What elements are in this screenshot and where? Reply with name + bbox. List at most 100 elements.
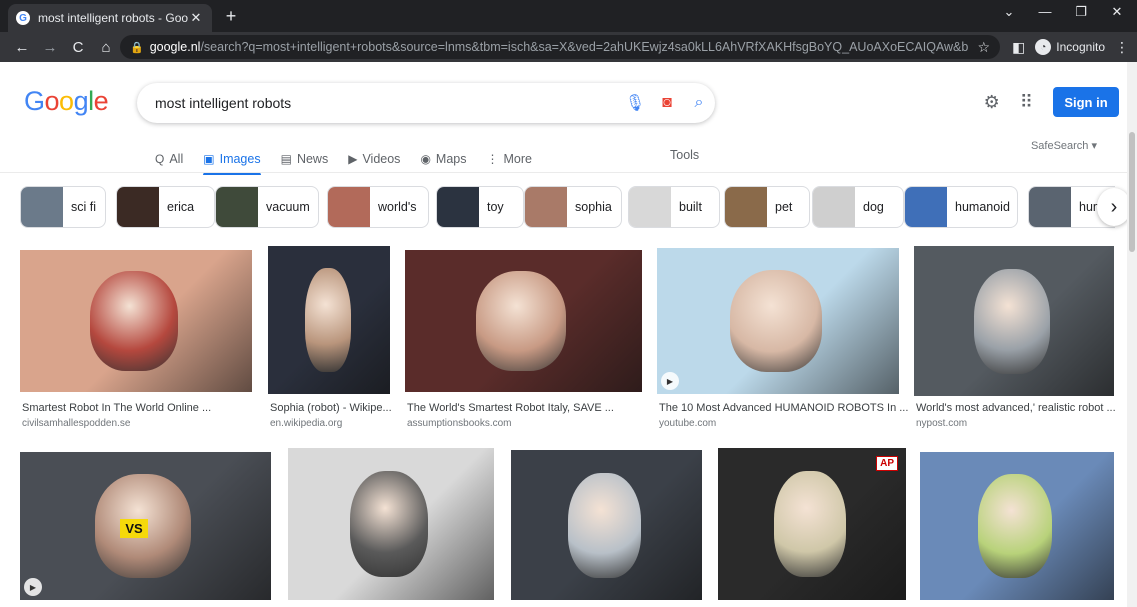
minimize-icon[interactable]: —	[1030, 4, 1060, 19]
result-caption[interactable]: Sophia (robot) - Wikipe...	[270, 402, 392, 414]
tab-label: More	[503, 152, 532, 166]
settings-gear-icon[interactable]: ⚙	[984, 92, 1000, 113]
chip-label: sophia	[575, 200, 612, 214]
related-chip[interactable]: world's	[327, 186, 429, 228]
incognito-label: Incognito	[1056, 40, 1105, 54]
chip-label: sci fi	[71, 200, 96, 214]
bookmark-star-icon[interactable]: ☆	[977, 39, 990, 56]
robot-figure	[304, 268, 351, 372]
lock-icon: 🔒	[130, 41, 144, 54]
tab-news[interactable]: ▤ News	[281, 145, 329, 173]
home-icon[interactable]: ⌂	[92, 39, 120, 56]
related-chip[interactable]: humanoid	[904, 186, 1018, 228]
result-thumbnail[interactable]: ▶	[657, 248, 899, 394]
browser-tab[interactable]: G most intelligent robots - Google ✕	[8, 4, 212, 32]
chip-label: world's	[378, 200, 417, 214]
ap-logo-badge: AP	[876, 456, 898, 471]
vs-badge: VS	[120, 518, 148, 538]
result-caption[interactable]: Smartest Robot In The World Online ...	[22, 402, 211, 414]
result-thumbnail[interactable]	[920, 452, 1114, 600]
restore-icon[interactable]: ❐	[1066, 4, 1096, 20]
chip-label: pet	[775, 200, 793, 214]
chip-thumbnail	[905, 187, 947, 227]
chip-thumbnail	[21, 187, 63, 227]
chip-thumbnail	[1029, 187, 1071, 227]
search-input[interactable]	[155, 95, 619, 111]
back-arrow-icon[interactable]: ←	[8, 39, 36, 56]
camera-lens-icon[interactable]: ◙	[651, 94, 683, 112]
scrollbar-thumb[interactable]	[1129, 132, 1135, 252]
logo-letter: g	[73, 86, 89, 116]
tab-images[interactable]: ▣ Images	[203, 145, 261, 175]
new-tab-button[interactable]: +	[220, 6, 242, 27]
related-chip[interactable]: pet	[724, 186, 810, 228]
forward-arrow-icon[interactable]: →	[36, 39, 64, 56]
address-bar[interactable]: 🔒 google.nl /search?q=most+intelligent+r…	[120, 35, 1000, 59]
robot-figure	[774, 470, 846, 578]
chip-thumbnail	[813, 187, 855, 227]
chip-label: dog	[863, 200, 884, 214]
video-play-icon: ▶	[661, 372, 679, 390]
tab-search-chevron-icon[interactable]: ⌄	[994, 4, 1024, 20]
video-icon: ▶	[348, 152, 358, 166]
reload-icon[interactable]: C	[64, 39, 92, 56]
tab-all[interactable]: Q All	[155, 145, 183, 173]
search-box: 🎙 ◙ ⌕	[137, 83, 715, 123]
tab-videos[interactable]: ▶ Videos	[348, 145, 400, 173]
url-host: google.nl	[149, 40, 201, 54]
result-thumbnail[interactable]: AP	[718, 448, 906, 600]
related-chip[interactable]: sci fi	[20, 186, 106, 228]
image-icon: ▣	[203, 152, 215, 166]
tab-label: Images	[219, 152, 261, 166]
related-chip[interactable]: dog	[812, 186, 904, 228]
related-chip[interactable]: erica	[116, 186, 215, 228]
tab-more[interactable]: ⋮ More	[487, 145, 532, 173]
tab-label: News	[296, 152, 329, 166]
microphone-icon[interactable]: 🎙	[619, 93, 651, 113]
search-type-tabs: Q All ▣ Images ▤ News ▶ Videos ◉ Maps ⋮ More	[155, 145, 532, 175]
sign-in-button[interactable]: Sign in	[1053, 87, 1119, 117]
result-caption[interactable]: The World's Smartest Robot Italy, SAVE .…	[407, 402, 614, 414]
safesearch-menu[interactable]: SafeSearch ▾	[1031, 139, 1097, 152]
robot-figure	[729, 269, 822, 373]
robot-figure	[978, 474, 1052, 578]
tab-label: All	[169, 152, 184, 166]
result-caption[interactable]: World's most advanced,' realistic robot …	[916, 402, 1116, 414]
browser-menu-icon[interactable]: ⋮	[1115, 39, 1129, 56]
related-chip[interactable]: toy	[436, 186, 524, 228]
robot-figure	[974, 268, 1050, 374]
tab-close-icon[interactable]: ✕	[188, 10, 204, 26]
search-icon[interactable]: ⌕	[683, 94, 715, 112]
apps-grid-icon[interactable]: ⠿	[1020, 92, 1033, 113]
chip-thumbnail	[725, 187, 767, 227]
related-chip[interactable]: sophia	[524, 186, 622, 228]
close-window-icon[interactable]: ✕	[1102, 4, 1132, 20]
result-thumbnail[interactable]	[405, 250, 642, 392]
chip-thumbnail	[117, 187, 159, 227]
tools-button[interactable]: Tools	[670, 148, 699, 162]
tab-label: Maps	[435, 152, 467, 166]
tab-maps[interactable]: ◉ Maps	[420, 145, 466, 173]
result-thumbnail[interactable]	[268, 246, 390, 394]
robot-figure	[89, 271, 178, 371]
page-scrollbar[interactable]	[1127, 62, 1137, 607]
result-thumbnail[interactable]	[20, 250, 252, 392]
incognito-indicator[interactable]: ◔ Incognito	[1035, 39, 1105, 55]
incognito-icon: ◔	[1035, 39, 1052, 55]
chip-label: built	[679, 200, 702, 214]
result-caption[interactable]: The 10 Most Advanced HUMANOID ROBOTS In …	[659, 402, 908, 414]
chevron-right-icon[interactable]: ›	[1097, 188, 1131, 226]
related-chip[interactable]: built	[628, 186, 720, 228]
result-thumbnail[interactable]	[511, 450, 702, 600]
side-panel-icon[interactable]: ◧	[1012, 39, 1025, 56]
result-thumbnail[interactable]: VS ▶	[20, 452, 271, 600]
result-source: civilsamhallespodden.se	[22, 418, 131, 429]
logo-letter: e	[93, 86, 109, 116]
chip-thumbnail	[328, 187, 370, 227]
result-thumbnail[interactable]	[914, 246, 1114, 396]
result-thumbnail[interactable]	[288, 448, 494, 600]
search-icon: Q	[155, 152, 165, 166]
related-chip[interactable]: vacuum	[215, 186, 319, 228]
google-logo[interactable]: Google	[24, 86, 109, 117]
google-favicon-icon: G	[16, 11, 30, 25]
